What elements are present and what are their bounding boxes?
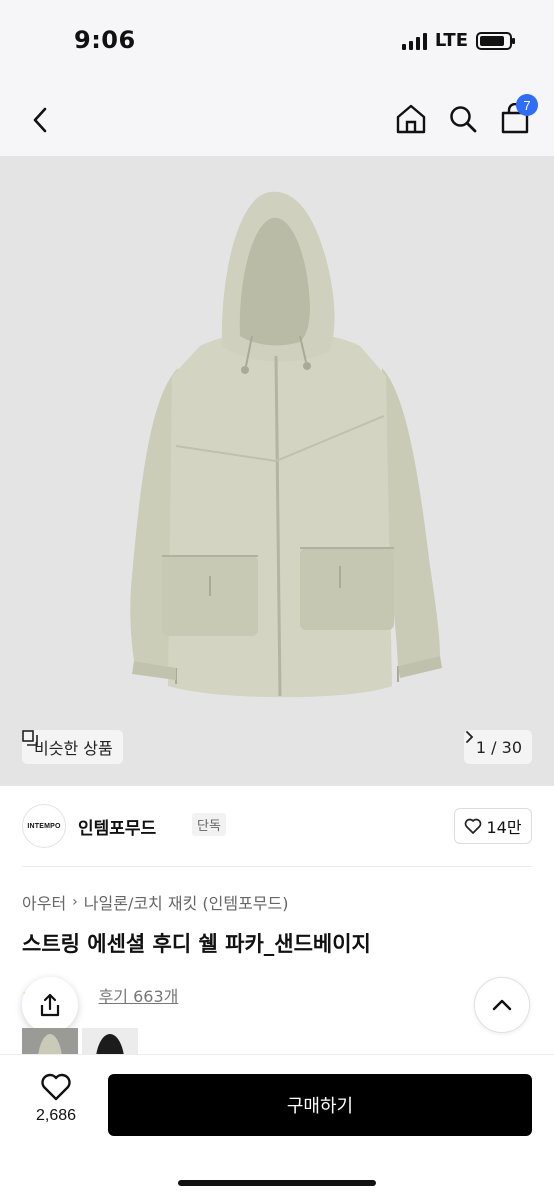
color-thumbnail[interactable] [22, 1028, 78, 1056]
share-icon [40, 993, 60, 1017]
breadcrumb-separator: › [72, 894, 78, 910]
similar-products-button[interactable]: 비슷한 상품 [22, 730, 123, 764]
signal-icon [401, 32, 427, 50]
breadcrumb: 아우터 › 나일론/코치 재킷 (인템포무드) [22, 890, 288, 914]
wishlist-button[interactable]: 2,686 [24, 1073, 88, 1153]
brand-like-count: 14만 [486, 818, 522, 837]
brand-like-button[interactable]: 14만 [454, 808, 532, 844]
home-indicator [178, 1180, 376, 1186]
cart-button[interactable]: 7 [498, 94, 538, 138]
purchase-bar: 2,686 구매하기 [0, 1054, 554, 1200]
heart-icon [41, 1073, 71, 1101]
similar-products-label: 비슷한 상품 [34, 739, 113, 758]
page-indicator-text: 1 / 30 [475, 737, 522, 757]
thumbnail-image [22, 1028, 78, 1056]
heart-icon [465, 818, 482, 834]
status-time: 9:06 [74, 26, 136, 54]
product-title: 스트링 에센셜 후디 쉘 파카_샌드베이지 [22, 932, 371, 956]
home-button[interactable] [394, 100, 428, 138]
thumbnail-image [82, 1028, 138, 1056]
battery-icon [476, 31, 515, 50]
search-icon [450, 106, 477, 133]
jacket-image [130, 191, 442, 698]
divider [22, 866, 532, 867]
scroll-top-button[interactable] [474, 977, 530, 1033]
chevron-left-icon [33, 107, 47, 133]
top-navigation: 7 [0, 84, 554, 156]
battery-fill [480, 35, 504, 46]
chevron-right-icon [465, 731, 474, 743]
home-icon [396, 104, 426, 134]
cart-count-badge: 7 [516, 94, 538, 116]
buy-button[interactable]: 구매하기 [108, 1074, 532, 1136]
header-actions: 7 [394, 94, 538, 138]
brand-row: INTEMPO 인템포무드 단독 14만 [22, 802, 532, 850]
status-bar: 9:06 LTE [0, 0, 554, 84]
product-image-carousel[interactable]: 비슷한 상품 1 / 30 [0, 156, 554, 786]
wishlist-count: 2,686 [35, 1107, 77, 1124]
exclusive-tag: 단독 [192, 813, 226, 836]
brand-name[interactable]: 인템포무드 [78, 814, 156, 839]
back-button[interactable] [22, 102, 58, 138]
breadcrumb-subcategory[interactable]: 나일론/코치 재킷 (인템포무드) [84, 890, 289, 914]
network-label: LTE [434, 30, 468, 51]
brand-logo[interactable]: INTEMPO [22, 804, 66, 848]
color-thumbnail[interactable] [82, 1028, 138, 1056]
status-indicators: LTE [401, 30, 515, 51]
share-button[interactable] [22, 977, 78, 1033]
color-thumbnails [22, 1028, 138, 1056]
search-button[interactable] [446, 100, 480, 138]
chevron-up-icon [492, 999, 512, 1011]
copy-squares-icon [22, 730, 38, 746]
breadcrumb-category[interactable]: 아우터 [22, 890, 66, 914]
image-page-indicator[interactable]: 1 / 30 [463, 730, 532, 764]
review-link[interactable]: 후기 663개 [99, 983, 179, 1007]
